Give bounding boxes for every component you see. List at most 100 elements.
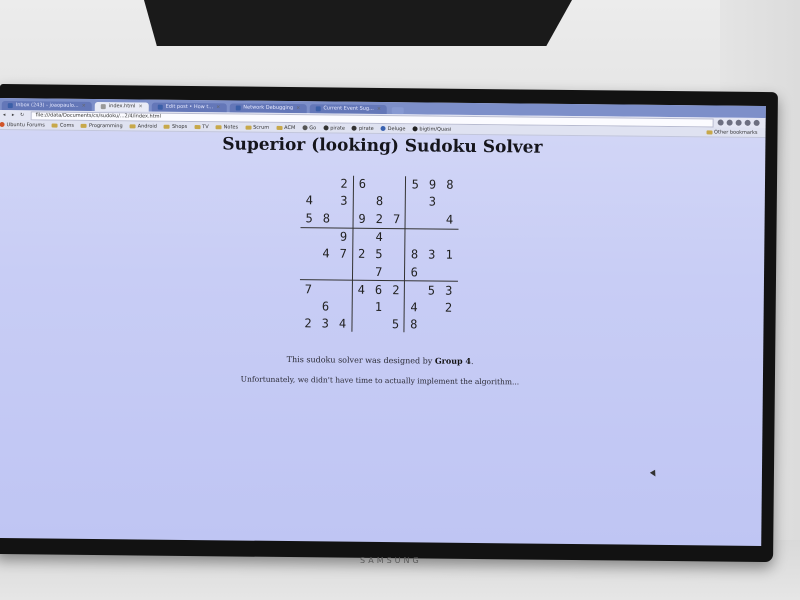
bookmark-folder[interactable]: Notes: [215, 123, 239, 130]
sudoku-cell: [387, 299, 404, 316]
sudoku-cell: [406, 229, 423, 246]
folder-icon: [245, 125, 252, 130]
bookmark-label: Notes: [223, 123, 239, 130]
extension-icons: [717, 119, 766, 127]
folder-icon: [163, 124, 171, 129]
sudoku-cell: [335, 263, 352, 280]
sudoku-cell: [440, 264, 457, 281]
folder-icon: [51, 123, 58, 128]
monitor-brand: SAMSUNG: [360, 556, 422, 565]
bookmark-folder[interactable]: Android: [129, 122, 158, 130]
sudoku-cell: 4: [305, 193, 313, 208]
credit-text: This sudoku solver was designed by: [286, 355, 433, 366]
mail-icon: [7, 103, 13, 109]
folder-icon: [129, 123, 136, 128]
sudoku-cell: 9: [428, 177, 437, 192]
close-icon[interactable]: ×: [296, 104, 300, 113]
bookmark-item[interactable]: pirate: [351, 125, 374, 132]
sudoku-cell: 7: [375, 264, 383, 279]
bookmark-folder[interactable]: Scrum: [245, 124, 269, 130]
sudoku-cell: 1: [445, 247, 453, 262]
sudoku-cell: [300, 228, 317, 245]
forward-icon[interactable]: ▸: [9, 112, 18, 118]
sudoku-cell: [388, 176, 405, 193]
bookmark-item[interactable]: Ubuntu Forums: [0, 121, 45, 128]
sudoku-cell: 4: [338, 316, 347, 332]
bookmark-item[interactable]: pirate: [323, 125, 345, 131]
sudoku-cell: 5: [427, 283, 436, 298]
bookmark-label: pirate: [358, 125, 374, 132]
sudoku-cell: [300, 263, 317, 280]
bookmark-item[interactable]: Go: [302, 125, 316, 131]
sudoku-cell: 3: [340, 193, 348, 208]
sudoku-cell: [371, 176, 388, 193]
credit-suffix: .: [470, 356, 474, 366]
bookmark-label: bigtim/Quasi: [419, 125, 452, 133]
sudoku-cell: 4: [322, 246, 330, 261]
sudoku-cell: 4: [375, 229, 383, 244]
bookmark-label: Go: [309, 124, 317, 131]
sudoku-cell: [352, 299, 369, 316]
sudoku-cell: 7: [339, 246, 348, 261]
page-title: Superior (looking) Sudoku Solver: [222, 134, 543, 158]
close-icon[interactable]: ×: [138, 102, 142, 111]
bookmark-folder[interactable]: ACM: [276, 124, 295, 131]
sudoku-cell: 4: [357, 282, 365, 297]
sudoku-cell: 8: [410, 247, 419, 262]
deluge-icon: [380, 125, 386, 132]
sudoku-cell: 5: [375, 247, 383, 262]
bookmark-label: Programming: [88, 122, 123, 129]
sudoku-cell: [317, 281, 334, 298]
sudoku-grid: 2659843835892749447258317674625361422345…: [299, 175, 459, 337]
folder-icon: [194, 124, 201, 129]
sudoku-cell: [388, 229, 405, 246]
sudoku-cell: [354, 193, 371, 210]
menu-icon[interactable]: [753, 119, 760, 126]
extension-icon[interactable]: [726, 119, 733, 126]
extension-icon[interactable]: [735, 119, 742, 126]
other-bookmarks[interactable]: Other bookmarks: [706, 129, 758, 135]
sudoku-cell: [388, 246, 405, 263]
sudoku-cell: 2: [304, 316, 312, 331]
sudoku-cell: [353, 263, 370, 280]
ceiling-mount: [144, 0, 572, 46]
sudoku-cell: [335, 210, 352, 227]
close-icon[interactable]: ×: [377, 105, 381, 114]
bookmark-label: Android: [137, 122, 158, 130]
sudoku-cell: 3: [445, 283, 453, 298]
mouse-cursor: [649, 469, 659, 478]
bookmark-item[interactable]: Deluge: [380, 125, 405, 132]
bookmark-folder[interactable]: TV: [194, 124, 209, 130]
star-icon[interactable]: [717, 119, 724, 126]
bookmark-label: Ubuntu Forums: [6, 121, 45, 128]
sudoku-cell: 5: [305, 210, 313, 225]
sudoku-cell: 7: [304, 281, 313, 297]
pirate-icon: [323, 125, 329, 131]
sudoku-cell: 8: [375, 194, 384, 209]
sudoku-cell: [406, 282, 423, 299]
sudoku-cell: 2: [340, 176, 348, 191]
close-icon[interactable]: ×: [216, 103, 220, 112]
disclaimer-text: Unfortunately, we didn't have time to ac…: [240, 374, 520, 387]
sudoku-cell: [423, 300, 440, 317]
sudoku-cell: [423, 264, 440, 281]
sudoku-cell: 1: [374, 300, 383, 315]
sudoku-cell: 8: [322, 210, 331, 226]
page-icon: [315, 106, 321, 112]
ubuntu-icon: [0, 121, 5, 128]
sudoku-cell: [406, 211, 423, 228]
sudoku-cell: [353, 229, 370, 246]
extension-icon[interactable]: [744, 119, 751, 126]
back-icon[interactable]: ◂: [0, 112, 9, 118]
sudoku-cell: 9: [339, 229, 348, 244]
sudoku-cell: 6: [358, 176, 367, 191]
reload-icon[interactable]: ↻: [18, 112, 27, 118]
bookmark-folder[interactable]: Shops: [163, 123, 187, 129]
bookmark-label: Coms: [59, 122, 74, 129]
bookmark-folder[interactable]: Coms: [51, 122, 74, 129]
bookmark-folder[interactable]: Programming: [80, 122, 123, 129]
site-icon: [302, 125, 308, 131]
sudoku-cell: [317, 263, 334, 280]
close-icon[interactable]: ×: [82, 102, 86, 111]
bookmark-item[interactable]: bigtim/Quasi: [412, 126, 451, 132]
